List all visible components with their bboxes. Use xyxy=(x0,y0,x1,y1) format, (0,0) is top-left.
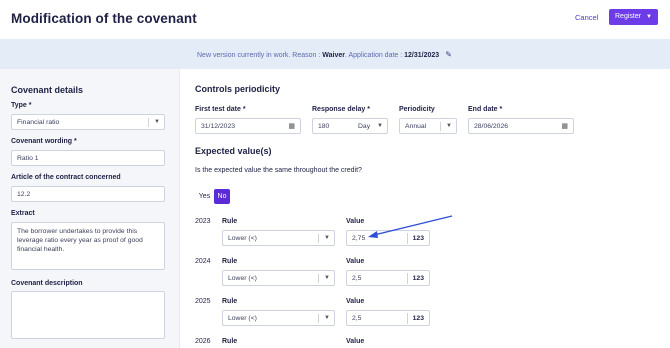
same-value-toggle: Yes No xyxy=(195,189,230,204)
value-input[interactable]: 2,5 123 xyxy=(346,310,430,326)
periodicity-value: Annual xyxy=(405,123,427,130)
value-text: 2,5 xyxy=(352,315,362,322)
divider xyxy=(440,122,441,131)
description-label: Covenant description xyxy=(11,280,83,287)
divider xyxy=(318,314,319,323)
value-label: Value xyxy=(346,258,365,265)
delay-input[interactable]: 180 Day ▼ xyxy=(312,118,388,134)
divider xyxy=(318,234,319,243)
divider xyxy=(318,274,319,283)
article-label: Article of the contract concerned xyxy=(11,174,121,181)
end-date-label: End date * xyxy=(468,106,503,113)
type-select[interactable]: Financial ratio ▼ xyxy=(11,114,165,130)
delay-unit[interactable]: Day xyxy=(358,119,370,134)
extract-textarea[interactable]: The borrower undertakes to provide this … xyxy=(11,222,165,270)
row-year: 2024 xyxy=(195,258,211,265)
yes-toggle-button[interactable]: Yes xyxy=(195,189,214,204)
unit-label: 123 xyxy=(412,275,424,282)
unit-label: 123 xyxy=(412,315,424,322)
end-date-value: 28/06/2026 xyxy=(474,123,509,130)
first-test-label: First test date * xyxy=(195,106,246,113)
divider xyxy=(407,313,408,324)
chevron-down-icon: ▼ xyxy=(446,123,452,129)
rule-select[interactable]: Lower (<) ▼ xyxy=(222,270,335,286)
page-title: Modification of the covenant xyxy=(11,11,197,26)
chevron-down-icon: ▼ xyxy=(324,235,330,241)
value-input[interactable]: 2,5 123 xyxy=(346,270,430,286)
row-year: 2026 xyxy=(195,338,211,345)
delay-value: 180 xyxy=(318,123,330,130)
description-textarea[interactable] xyxy=(11,291,165,339)
periodicity-title: Controls periodicity xyxy=(195,84,281,94)
rule-select[interactable]: Lower (<) ▼ xyxy=(222,310,335,326)
value-label: Value xyxy=(346,338,365,345)
no-toggle-button[interactable]: No xyxy=(214,189,230,204)
value-label: Value xyxy=(346,298,365,305)
banner-reason: Waiver xyxy=(322,52,345,59)
rule-label: Rule xyxy=(222,258,238,265)
chevron-down-icon: ▼ xyxy=(324,315,330,321)
annotation-arrow-icon xyxy=(368,215,453,238)
register-button[interactable]: Register ▼ xyxy=(609,9,658,25)
row-year: 2025 xyxy=(195,298,211,305)
extract-label: Extract xyxy=(11,210,35,217)
delay-label: Response delay * xyxy=(312,106,370,113)
rule-label: Rule xyxy=(222,338,238,345)
banner-prefix: New version currently in work. Reason : xyxy=(197,52,323,59)
pencil-icon[interactable]: ✎ xyxy=(445,50,452,59)
chevron-down-icon: ▼ xyxy=(646,14,652,20)
same-value-question: Is the expected value the same throughou… xyxy=(195,167,362,174)
chevron-down-icon: ▼ xyxy=(154,119,160,125)
covenant-details-title: Covenant details xyxy=(11,85,84,95)
first-test-value: 31/12/2023 xyxy=(201,123,236,130)
type-label: Type * xyxy=(11,102,32,109)
wording-input[interactable]: Ratio 1 xyxy=(11,150,165,166)
first-test-date-input[interactable]: 31/12/2023 ▦ xyxy=(195,118,301,134)
chevron-down-icon: ▼ xyxy=(377,123,383,129)
cancel-button[interactable]: Cancel xyxy=(575,13,598,22)
divider xyxy=(148,118,149,127)
arrow-shaft xyxy=(373,215,453,236)
chevron-down-icon: ▼ xyxy=(324,275,330,281)
arrow-head xyxy=(368,231,378,238)
banner-date-prefix: . Application date : xyxy=(344,52,405,59)
rule-label: Rule xyxy=(222,218,238,225)
wording-label: Covenant wording * xyxy=(11,138,77,145)
periodicity-select[interactable]: Annual ▼ xyxy=(399,118,457,134)
register-label: Register xyxy=(615,13,642,20)
header-bar: Modification of the covenant Cancel Regi… xyxy=(0,0,670,38)
periodicity-label: Periodicity xyxy=(399,106,435,113)
covenant-details-panel: Covenant details Type * Financial ratio … xyxy=(0,69,180,348)
calendar-icon[interactable]: ▦ xyxy=(561,119,568,134)
article-input[interactable]: 12.2 xyxy=(11,186,165,202)
rule-value: Lower (<) xyxy=(228,315,257,322)
rule-value: Lower (<) xyxy=(228,235,257,242)
end-date-input[interactable]: 28/06/2026 ▦ xyxy=(468,118,574,134)
value-text: 2,5 xyxy=(352,275,362,282)
row-year: 2023 xyxy=(195,218,211,225)
version-banner: New version currently in work. Reason : … xyxy=(0,39,670,69)
type-value: Financial ratio xyxy=(17,119,60,126)
rule-label: Rule xyxy=(222,298,238,305)
rule-select[interactable]: Lower (<) ▼ xyxy=(222,230,335,246)
divider xyxy=(407,273,408,284)
banner-date: 12/31/2023 xyxy=(404,52,440,59)
rule-value: Lower (<) xyxy=(228,275,257,282)
expected-values-title: Expected value(s) xyxy=(195,146,272,156)
calendar-icon[interactable]: ▦ xyxy=(288,119,295,134)
